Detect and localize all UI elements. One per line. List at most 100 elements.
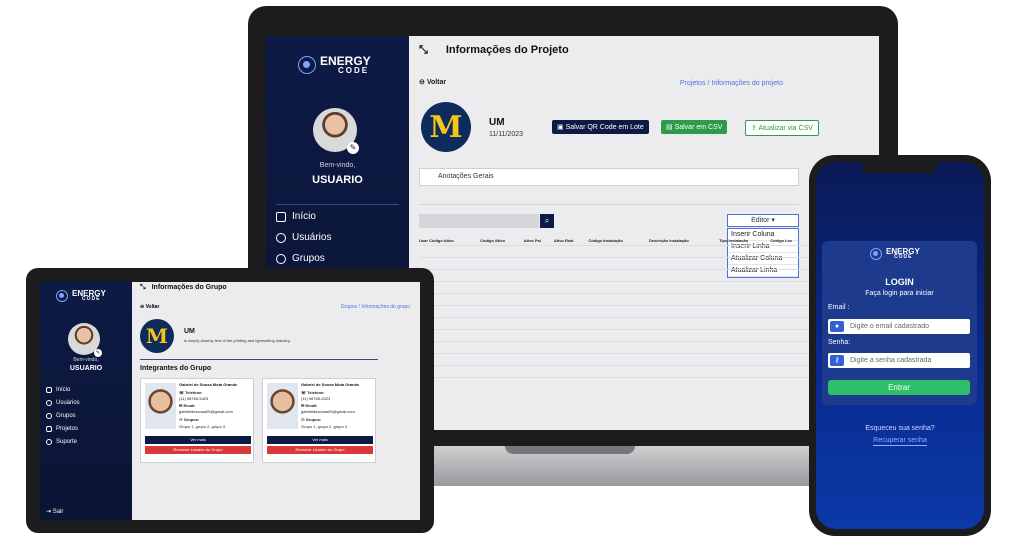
- table-row[interactable]: [419, 304, 809, 317]
- key-icon: ⚷: [830, 355, 844, 366]
- back-button[interactable]: ⊖ Voltar: [419, 78, 446, 86]
- sidebar-item-projetos[interactable]: Projetos: [46, 422, 80, 435]
- search-icon[interactable]: ⌕: [540, 214, 554, 228]
- update-csv-button[interactable]: ⇪ Atualizar via CSV: [745, 120, 819, 136]
- assets-table: Usar Código Ativo Código Ativo Ativo Pai At…: [419, 236, 809, 389]
- login-button[interactable]: Entrar: [828, 380, 970, 395]
- table-cell: [553, 280, 589, 293]
- save-csv-button[interactable]: ▤ Salvar em CSV: [661, 120, 728, 134]
- group-description: is simply dummy text of the printing and…: [184, 338, 291, 343]
- sidebar-item-usuarios[interactable]: Usuários: [46, 396, 80, 409]
- tablet-main: ⤡ Informações do Grupo ⊖ Voltar Grupos / …: [132, 282, 420, 520]
- table-cell: [719, 292, 771, 305]
- device-mockup-stage: ENERGY CODE ✎ Bem-vindo, USUARIO Início U…: [0, 0, 1020, 539]
- avatar[interactable]: ✎: [313, 108, 359, 154]
- pencil-icon[interactable]: ✎: [94, 349, 102, 357]
- table-cell: [770, 352, 809, 365]
- pencil-icon[interactable]: ✎: [347, 142, 359, 154]
- table-row[interactable]: [419, 268, 809, 281]
- button-label: Salvar em CSV: [674, 124, 723, 131]
- table-row[interactable]: [419, 352, 809, 365]
- collapse-icon[interactable]: ⤡: [140, 284, 146, 292]
- table-row[interactable]: [419, 256, 809, 269]
- table-cell: [480, 268, 524, 281]
- table-cell: [648, 376, 720, 389]
- breadcrumb[interactable]: Grupos / Informações do grupo: [341, 304, 410, 310]
- editor-label: Editor: [751, 217, 770, 224]
- table-cell: [770, 340, 809, 353]
- energy-code-logo: ENERGY CODE: [870, 248, 920, 260]
- table-row[interactable]: [419, 292, 809, 305]
- email-field[interactable]: ● Digite o email cadastrado: [828, 319, 970, 334]
- table-cell: [480, 340, 524, 353]
- table-row[interactable]: [419, 244, 809, 257]
- save-qr-batch-button[interactable]: ▣ Salvar QR Code em Lote: [552, 120, 649, 134]
- search-input[interactable]: [419, 214, 539, 228]
- welcome-text: Bem-vindo,: [319, 162, 356, 169]
- page-header: ⤡ Informações do Grupo: [140, 284, 227, 292]
- table-cell: [480, 292, 524, 305]
- table-cell: [648, 364, 720, 377]
- table-cell: [553, 328, 589, 341]
- michigan-m-icon: M: [145, 324, 169, 348]
- divider: [419, 204, 799, 205]
- table-cell: [648, 316, 720, 329]
- table-cell: [770, 256, 809, 269]
- brain-logo-icon: [56, 290, 68, 302]
- collapse-icon[interactable]: ⤡: [419, 44, 428, 57]
- table-row[interactable]: [419, 328, 809, 341]
- sidebar-item-grupos[interactable]: Grupos: [276, 248, 331, 269]
- sidebar-item-label: Grupos: [292, 253, 325, 264]
- table-cell: [419, 244, 481, 257]
- table-cell: [648, 268, 720, 281]
- phone-screen: ENERGY CODE LOGIN Faça login para iniciar…: [816, 162, 984, 529]
- view-more-button[interactable]: Ver mais: [267, 436, 373, 444]
- email-label: ✉ Email:: [301, 403, 318, 408]
- login-card: ENERGY CODE LOGIN Faça login para iniciar…: [822, 241, 977, 405]
- table-cell: [480, 256, 524, 269]
- table-cell: [588, 328, 649, 341]
- table-cell: [523, 280, 554, 293]
- back-button[interactable]: ⊖ Voltar: [140, 304, 159, 310]
- table-row[interactable]: [419, 316, 809, 329]
- logout-button[interactable]: ⇥ Sair: [46, 508, 63, 515]
- back-label: Voltar: [145, 304, 160, 310]
- sidebar-item-inicio[interactable]: Início: [46, 383, 80, 396]
- sidebar-item-inicio[interactable]: Início: [276, 206, 331, 227]
- table-cell: [480, 280, 524, 293]
- table-cell: [719, 376, 771, 389]
- table-cell: [480, 376, 524, 389]
- table-cell: [588, 280, 649, 293]
- table-row[interactable]: [419, 280, 809, 293]
- sidebar-item-grupos[interactable]: Grupos: [46, 409, 80, 422]
- remove-member-button[interactable]: Remover Usuário do Grupo: [145, 446, 251, 454]
- table-cell: [648, 352, 720, 365]
- table-cell: [719, 316, 771, 329]
- avatar[interactable]: ✎: [68, 323, 102, 357]
- general-notes-accordion[interactable]: Anotações Gerais +: [419, 168, 824, 186]
- recover-password-link[interactable]: Recuperar senha: [816, 437, 984, 446]
- table-header-cell: Ativo Real: [553, 237, 574, 243]
- table-row[interactable]: [419, 340, 809, 353]
- table-cell: [588, 268, 649, 281]
- email-label-text: Email:: [183, 403, 196, 408]
- editor-select[interactable]: Editor ▾: [727, 214, 799, 227]
- table-cell: [648, 292, 720, 305]
- table-row[interactable]: [419, 376, 809, 389]
- breadcrumb[interactable]: Projetos / Informações do projeto: [680, 80, 783, 87]
- member-card: Gabriel de Sousa Mota Grande ☏ Telefone:…: [140, 378, 254, 463]
- password-field[interactable]: ⚷ Digite a senha cadastrada: [828, 353, 970, 368]
- remove-member-button[interactable]: Remover Usuário do Grupo: [267, 446, 373, 454]
- table-row[interactable]: [419, 364, 809, 377]
- member-groups: Grupo 1, grupo 2, grupo 3: [179, 424, 226, 429]
- groups-label-text: Grupos:: [305, 417, 322, 422]
- view-more-button[interactable]: Ver mais: [145, 436, 251, 444]
- table-cell: [588, 352, 649, 365]
- sidebar-item-usuarios[interactable]: Usuários: [276, 227, 331, 248]
- table-cell: [523, 352, 554, 365]
- sidebar-item-suporte[interactable]: Suporte: [46, 435, 80, 448]
- login-title: LOGIN: [885, 277, 914, 287]
- tablet-sidebar: ENERGY CODE ✎ Bem-vindo, USUARIO Início U…: [40, 282, 132, 520]
- table-cell: [648, 340, 720, 353]
- table-cell: [553, 352, 589, 365]
